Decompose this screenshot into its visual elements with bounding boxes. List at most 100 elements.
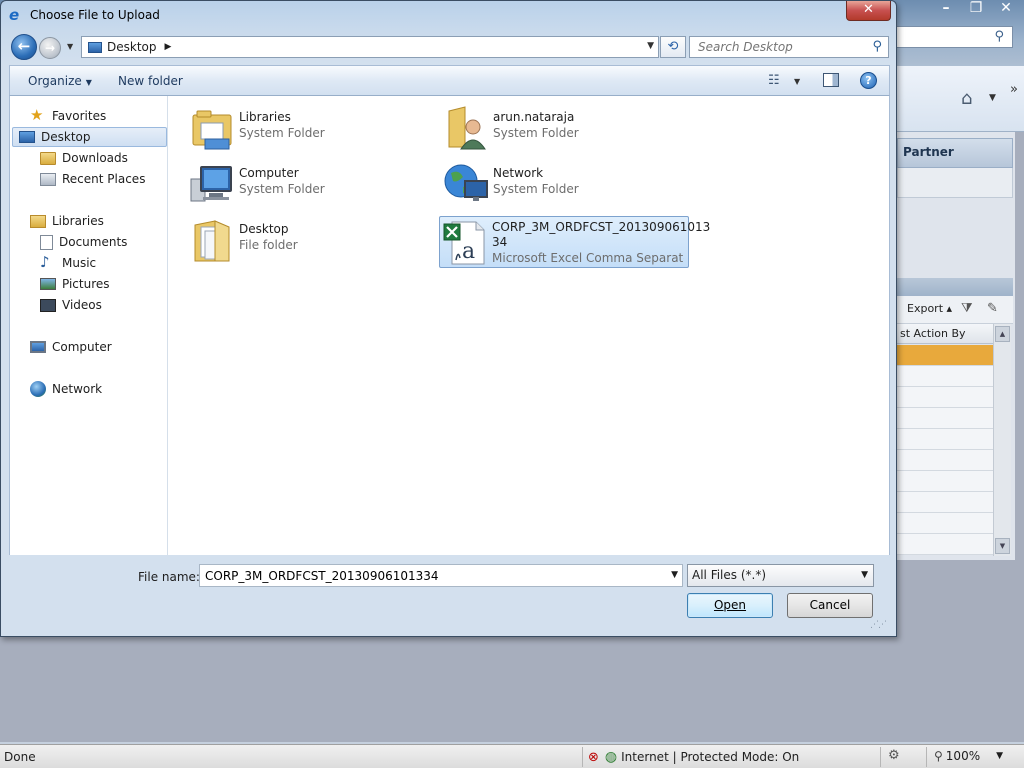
chevron-down-icon[interactable]: ▼ [671, 570, 678, 580]
file-upload-dialog: e Choose File to Upload ✕ ← → ▼ Desktop … [0, 0, 897, 637]
nav-libraries[interactable]: Libraries [30, 211, 104, 231]
file-item-computer[interactable]: Computer System Folder [187, 158, 437, 210]
file-name-field[interactable]: ▼ [199, 564, 683, 587]
status-divider [880, 747, 881, 767]
recent-pages-icon[interactable]: ▼ [67, 42, 73, 51]
grid-scrollbar[interactable]: ▲ ▼ [993, 324, 1011, 556]
star-icon: ★ [30, 106, 44, 124]
chevron-down-icon[interactable]: ▼ [989, 93, 996, 103]
file-item-libraries[interactable]: Libraries System Folder [187, 102, 437, 154]
zoom-control[interactable]: ⚲ 100% ▼ [934, 749, 1003, 763]
desktop-icon [88, 41, 102, 53]
scroll-up-icon[interactable]: ▲ [995, 326, 1010, 342]
wrench-icon[interactable]: ✎ [987, 301, 998, 316]
table-row[interactable] [897, 513, 993, 534]
resize-grip-icon[interactable]: ⋰⋰ [870, 620, 887, 630]
nav-label: Desktop [41, 130, 91, 144]
breadcrumb[interactable]: Desktop ▶ ▼ [81, 36, 659, 58]
chevron-down-icon[interactable]: ▼ [647, 41, 654, 51]
new-folder-button[interactable]: New folder [118, 74, 183, 88]
table-row[interactable] [897, 534, 993, 555]
partner-section-header: Partner [897, 138, 1013, 168]
nav-network[interactable]: Network [30, 379, 102, 399]
cancel-button[interactable]: Cancel [787, 593, 873, 618]
table-row[interactable] [897, 408, 993, 429]
nav-label: Videos [62, 298, 102, 312]
search-icon[interactable]: ⚲ [872, 39, 882, 54]
more-tools-icon[interactable]: » [1010, 82, 1018, 97]
forward-button[interactable]: → [39, 37, 61, 59]
nav-computer[interactable]: Computer [30, 337, 112, 357]
refresh-button[interactable]: ⟲ [660, 36, 686, 58]
chevron-down-icon[interactable]: ▼ [861, 570, 868, 580]
help-icon[interactable]: ? [860, 72, 877, 89]
nav-label: Libraries [52, 214, 104, 228]
ie-search-field[interactable]: ⚲ [897, 26, 1013, 48]
user-folder-icon [448, 106, 486, 150]
nav-item-desktop[interactable]: Desktop [12, 127, 167, 147]
nav-item-pictures[interactable]: Pictures [40, 274, 110, 294]
change-view-icon[interactable]: ☷ [768, 73, 780, 88]
security-settings-icon[interactable]: ⚙ [888, 748, 900, 763]
file-type-filter[interactable]: All Files (*.*) ▼ [687, 564, 874, 587]
minimize-button[interactable]: – [932, 0, 960, 18]
chevron-right-icon[interactable]: ▶ [165, 42, 172, 52]
downloads-folder-icon [40, 151, 56, 165]
nav-label: Recent Places [62, 172, 146, 186]
chevron-down-icon[interactable]: ▼ [794, 77, 800, 86]
file-name-label: File name: [138, 570, 200, 584]
nav-item-downloads[interactable]: Downloads [40, 148, 128, 168]
table-row[interactable] [897, 492, 993, 513]
file-type: System Folder [493, 126, 579, 140]
partner-section-body [897, 168, 1013, 198]
table-row[interactable] [897, 450, 993, 471]
file-item-csv[interactable]: a CORP_3M_ORDFCST_201309061013 34 Micros… [439, 216, 710, 268]
documents-icon [40, 234, 53, 250]
nav-item-documents[interactable]: Documents [40, 232, 127, 252]
file-item-network[interactable]: Network System Folder [441, 158, 691, 210]
maximize-button[interactable]: ❐ [962, 0, 990, 18]
network-icon [444, 164, 488, 201]
search-input[interactable] [696, 38, 866, 56]
security-zone[interactable]: ⊗ ◍ Internet | Protected Mode: On [588, 749, 799, 765]
breadcrumb-item-desktop[interactable]: Desktop [107, 40, 157, 54]
grid-column-header[interactable]: st Action By [897, 324, 993, 344]
export-button[interactable]: Export ▴ [907, 302, 952, 315]
preview-pane-icon[interactable] [823, 73, 839, 87]
nav-item-videos[interactable]: Videos [40, 295, 102, 315]
back-button[interactable]: ← [11, 34, 37, 60]
file-type: System Folder [239, 182, 325, 196]
file-list: Libraries System Folder arun.nataraja Sy… [169, 96, 889, 555]
nav-item-recent-places[interactable]: Recent Places [40, 169, 145, 189]
table-row[interactable] [897, 366, 993, 387]
close-button[interactable]: ✕ [846, 1, 891, 21]
file-name: Libraries [239, 110, 291, 124]
file-item-desktop-folder[interactable]: Desktop File folder [187, 214, 437, 266]
organize-button[interactable]: Organize ▼ [28, 74, 92, 88]
table-row[interactable] [897, 387, 993, 408]
home-icon[interactable]: ⌂ [961, 88, 972, 109]
nav-item-music[interactable]: ♪ Music [40, 253, 96, 273]
scroll-down-icon[interactable]: ▼ [995, 538, 1010, 554]
dialog-title-bar[interactable]: e Choose File to Upload ✕ [1, 1, 896, 29]
file-item-user-folder[interactable]: arun.nataraja System Folder [441, 102, 691, 154]
search-icon[interactable]: ⚲ [994, 29, 1004, 44]
file-type: System Folder [239, 126, 325, 140]
table-row[interactable] [897, 429, 993, 450]
zoom-level: 100% [945, 749, 981, 763]
chevron-down-icon[interactable]: ▼ [996, 751, 1003, 761]
nav-label: Network [52, 382, 103, 396]
browser-panes: ★ Favorites Desktop Downloads Recent Pla… [9, 96, 890, 555]
open-button[interactable]: Open [687, 593, 773, 618]
filter-icon[interactable]: ⧩ [961, 301, 973, 316]
table-row[interactable] [897, 345, 993, 366]
file-name-input[interactable] [203, 566, 653, 585]
search-box[interactable]: ⚲ [689, 36, 889, 58]
ie-close-button[interactable]: ✕ [992, 0, 1020, 18]
table-row[interactable] [897, 471, 993, 492]
file-name: Network [493, 166, 544, 180]
svg-text:a: a [462, 239, 475, 264]
pictures-icon [40, 278, 56, 290]
nav-favorites[interactable]: ★ Favorites [30, 106, 106, 126]
status-text: Done [4, 750, 36, 764]
